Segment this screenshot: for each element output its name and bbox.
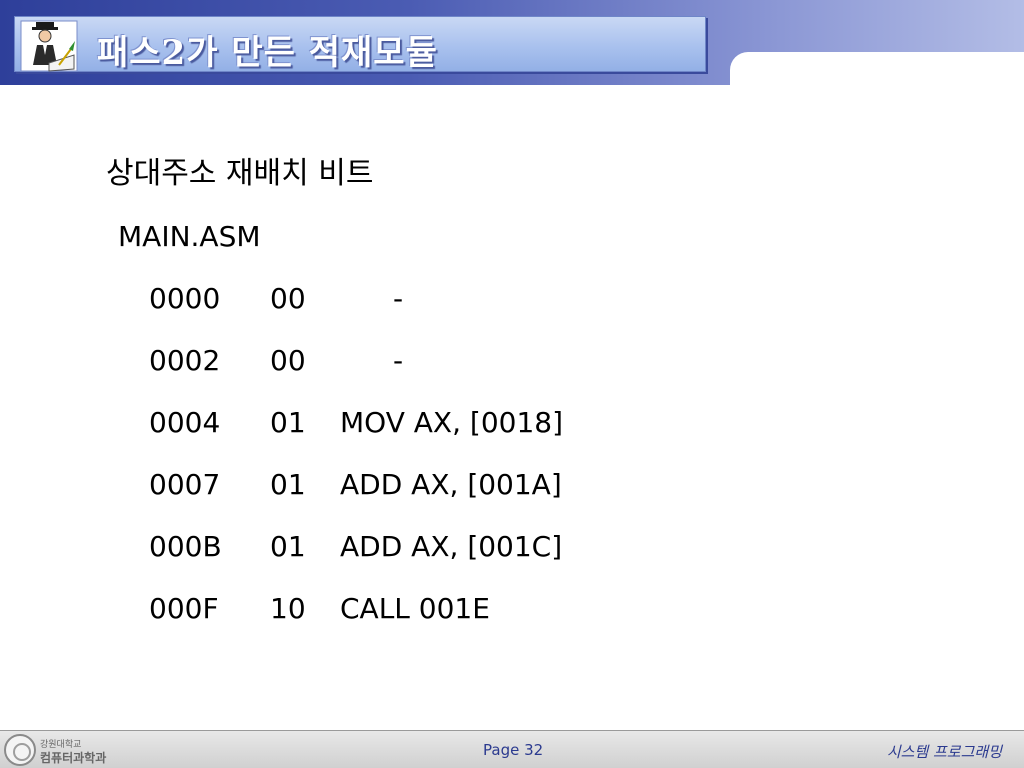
page-title: 패스2가 만든 적재모듈 <box>97 33 438 73</box>
instruction: - <box>393 344 404 377</box>
relocation-bits: 01 <box>270 468 306 501</box>
address: 0002 <box>149 344 221 377</box>
address: 0007 <box>149 468 221 501</box>
university-seal-icon <box>4 734 36 766</box>
code-listing: 0000 00 - 0002 00 - 0004 01 MOV AX, [001… <box>149 282 669 654</box>
address: 0000 <box>149 282 221 315</box>
instruction: ADD AX, [001C] <box>340 530 563 563</box>
page-number: Page 32 <box>483 741 544 759</box>
university-logo: 강원대학교 컴퓨터과학과 <box>4 733 106 767</box>
relocation-bits: 01 <box>270 530 306 563</box>
header-band: 패스2가 만든 적재모듈 <box>0 0 1024 92</box>
section-heading: 상대주소 재배치 비트 <box>106 156 374 191</box>
logo-department-name: 컴퓨터과학과 <box>40 751 107 765</box>
instruction: MOV AX, [0018] <box>340 406 564 439</box>
relocation-bits: 00 <box>270 344 306 377</box>
file-name: MAIN.ASM <box>118 220 261 253</box>
instruction: CALL 001E <box>340 592 490 625</box>
code-row: 0000 00 - <box>149 282 669 344</box>
relocation-bits: 01 <box>270 406 306 439</box>
header-white-tab <box>730 52 1024 92</box>
relocation-bits: 00 <box>270 282 306 315</box>
footer-bar: 강원대학교 컴퓨터과학과 Page 32 시스템 프로그래밍 <box>0 730 1024 768</box>
address: 000B <box>149 530 222 563</box>
code-row: 0007 01 ADD AX, [001A] <box>149 468 669 530</box>
code-row: 0004 01 MOV AX, [0018] <box>149 406 669 468</box>
code-row: 000F 10 CALL 001E <box>149 592 669 654</box>
relocation-bits: 10 <box>270 592 306 625</box>
code-row: 000B 01 ADD AX, [001C] <box>149 530 669 592</box>
writer-at-desk-icon <box>20 20 78 72</box>
course-title: 시스템 프로그래밍 <box>886 743 1002 761</box>
address: 0004 <box>149 406 221 439</box>
instruction: - <box>393 282 404 315</box>
address: 000F <box>149 592 219 625</box>
instruction: ADD AX, [001A] <box>340 468 562 501</box>
title-bar: 패스2가 만든 적재모듈 <box>14 16 706 73</box>
code-row: 0002 00 - <box>149 344 669 406</box>
